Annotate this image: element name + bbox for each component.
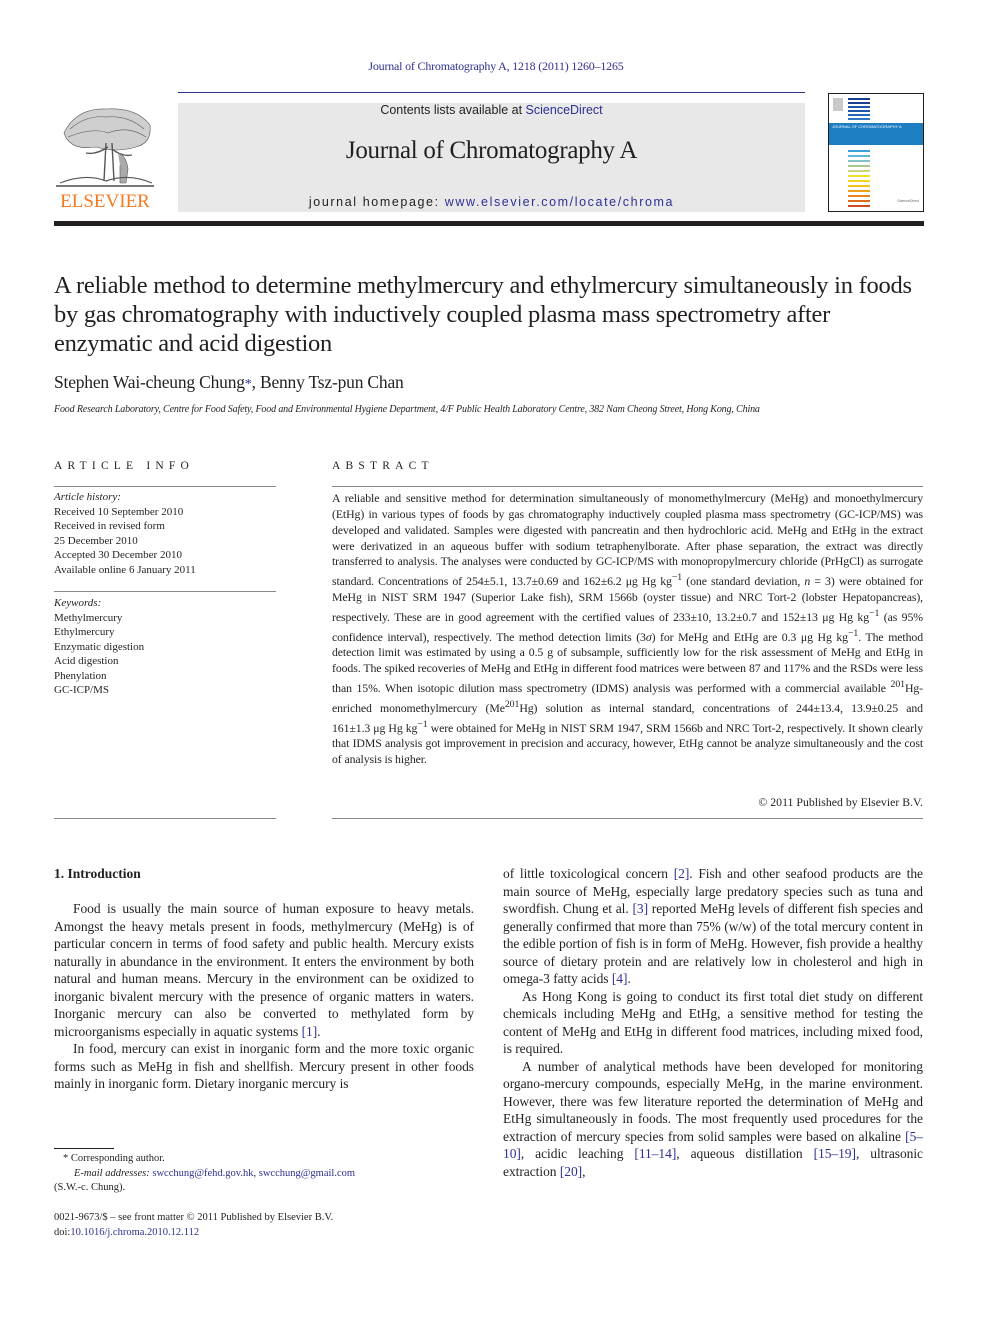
keywords-rule	[54, 591, 276, 592]
reference-link[interactable]: [11–14]	[634, 1146, 676, 1161]
reference-link[interactable]: [20]	[560, 1164, 582, 1179]
article-history-label: Article history:	[54, 491, 121, 503]
article-info-rule	[54, 486, 276, 487]
abstract-heading: ABSTRACT	[332, 460, 434, 472]
cover-sciencedirect-mark: ScienceDirect	[897, 199, 919, 203]
reference-link[interactable]: [3]	[632, 901, 648, 916]
body-paragraph: Food is usually the main source of human…	[54, 901, 474, 1039]
footnote-rule	[54, 1148, 114, 1149]
keyword-item: Phenylation	[54, 669, 107, 682]
article-history: Article history: Received 10 September 2…	[54, 490, 276, 577]
keyword-item: GC-ICP/MS	[54, 684, 110, 696]
issn-line: 0021-9673/$ – see front matter © 2011 Pu…	[54, 1212, 334, 1223]
footnote-star-line: * Corresponding author.	[63, 1153, 165, 1164]
body-paragraph: A number of analytical methods have been…	[503, 1058, 924, 1179]
history-item: Received in revised form	[54, 520, 165, 532]
corresponding-author-footnote: * Corresponding author. E-mail addresses…	[54, 1152, 484, 1196]
reference-link[interactable]: [15–19]	[814, 1146, 856, 1161]
contents-line: Contents lists available at ScienceDirec…	[178, 103, 805, 117]
journal-citation[interactable]: Journal of Chromatography A, 1218 (2011)…	[0, 59, 992, 74]
cover-publisher-logo-icon	[833, 98, 843, 111]
body-paragraph: of little toxicological concern [2]. Fis…	[503, 866, 924, 986]
homepage-link[interactable]: www.elsevier.com/locate/chroma	[445, 195, 674, 209]
footnote-name-line: (S.W.-c. Chung).	[54, 1182, 126, 1193]
footnote-email-line: E-mail addresses: swcchung@fehd.gov.hk, …	[74, 1167, 356, 1179]
reference-link[interactable]: [1]	[302, 1024, 318, 1039]
history-item: 25 December 2010	[54, 534, 138, 547]
abstract-paragraph: A reliable and sensitive method for dete…	[332, 491, 923, 767]
keyword-item: Enzymatic digestion	[54, 640, 145, 653]
keyword-item: Methylmercury	[54, 611, 123, 624]
contents-prefix: Contents lists available at	[380, 103, 526, 117]
header-divider	[54, 221, 924, 226]
abstract-bottom-rule	[332, 818, 923, 819]
elsevier-tree-icon	[56, 103, 154, 189]
article-info-bottom-rule	[54, 818, 276, 819]
history-item: Accepted 30 December 2010	[54, 549, 182, 561]
article-info-heading: ARTICLE INFO	[54, 460, 194, 472]
author-list: Stephen Wai-cheung Chung*, Benny Tsz-pun…	[54, 372, 404, 393]
abstract-body: A reliable and sensitive method for dete…	[332, 491, 923, 768]
author-name[interactable]: Benny Tsz-pun Chan	[260, 372, 404, 392]
journal-cover-thumbnail[interactable]: JOURNAL OF CHROMATOGRAPHY A ScienceDirec…	[828, 93, 924, 212]
keyword-item: Acid digestion	[54, 655, 119, 667]
history-item: Received 10 September 2010	[54, 505, 184, 518]
body-right-column: of little toxicological concern [2]. Fis…	[503, 865, 923, 1180]
keywords-list: Keywords: Methylmercury Ethylmercury Enz…	[54, 596, 276, 698]
keywords-label: Keywords:	[54, 597, 102, 609]
doi-link[interactable]: 10.1016/j.chroma.2010.12.112	[70, 1227, 199, 1238]
doi-line: doi:10.1016/j.chroma.2010.12.112	[54, 1226, 200, 1238]
reference-link[interactable]: [4]	[612, 971, 628, 986]
abstract-rule	[332, 486, 923, 487]
elsevier-logo[interactable]: ELSEVIER	[54, 103, 156, 215]
author-name[interactable]: Stephen Wai-cheung Chung	[54, 372, 245, 392]
homepage-line: journal homepage: www.elsevier.com/locat…	[178, 195, 805, 209]
header-rule	[178, 92, 805, 93]
journal-title: Journal of Chromatography A	[345, 137, 638, 164]
keyword-item: Ethylmercury	[54, 626, 115, 638]
article-title: A reliable method to determine methylmer…	[54, 272, 912, 357]
body-left-column: Food is usually the main source of human…	[54, 900, 474, 1093]
history-item: Available online 6 January 2011	[54, 563, 196, 576]
body-paragraph: In food, mercury can exist in inorganic …	[54, 1041, 474, 1091]
abstract-copyright: © 2011 Published by Elsevier B.V.	[758, 795, 923, 809]
front-matter: 0021-9673/$ – see front matter © 2011 Pu…	[54, 1211, 484, 1240]
email-link[interactable]: swcchung@gmail.com	[259, 1168, 355, 1179]
cover-title: JOURNAL OF CHROMATOGRAPHY A	[832, 124, 902, 129]
journal-masthead: Contents lists available at ScienceDirec…	[178, 103, 805, 212]
email-label: E-mail addresses:	[74, 1167, 150, 1179]
author-affiliation: Food Research Laboratory, Centre for Foo…	[54, 404, 760, 415]
elsevier-wordmark: ELSEVIER	[60, 191, 150, 212]
sciencedirect-link[interactable]: ScienceDirect	[526, 103, 603, 117]
author-separator: ,	[251, 372, 260, 392]
corresponding-author-mark[interactable]: *	[245, 377, 252, 392]
email-link[interactable]: swcchung@fehd.gov.hk	[152, 1168, 253, 1179]
body-paragraph: As Hong Kong is going to conduct its fir…	[503, 988, 923, 1057]
section-heading-introduction: 1. Introduction	[54, 866, 141, 881]
homepage-prefix: journal homepage:	[308, 195, 445, 209]
reference-link[interactable]: [2]	[674, 866, 690, 881]
